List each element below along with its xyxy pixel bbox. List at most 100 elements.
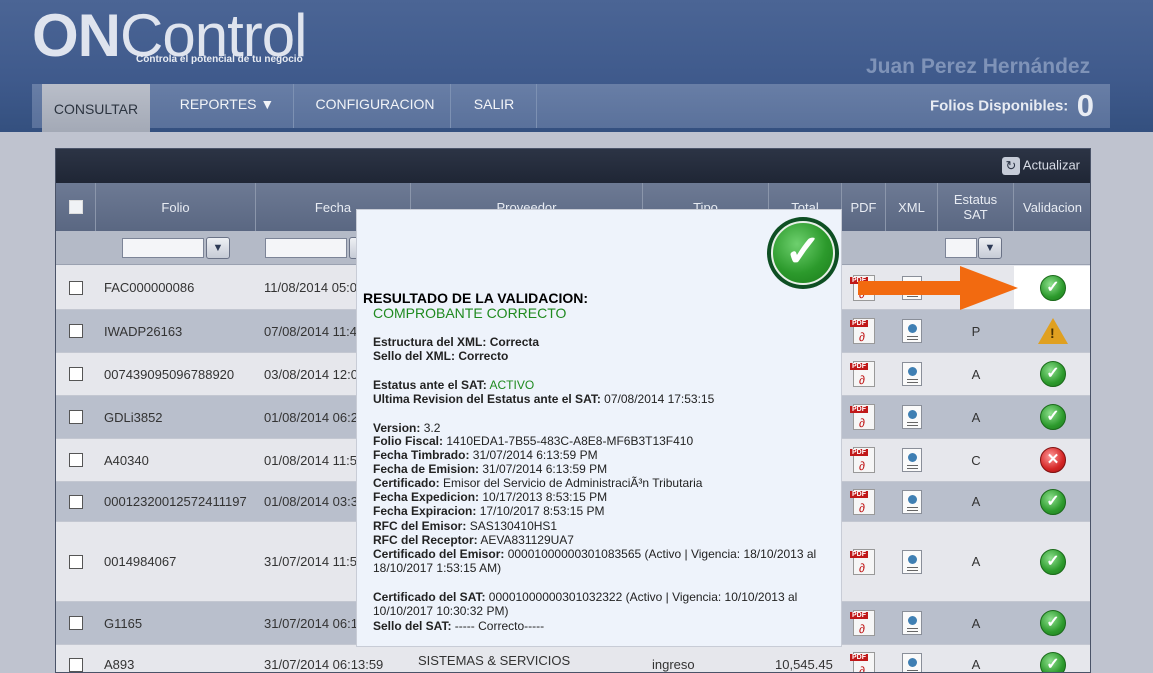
folio-cell: GDLi3852 — [104, 396, 254, 438]
tipo-cell: ingreso — [652, 645, 762, 672]
row-checkbox[interactable] — [69, 453, 83, 467]
folio-cell: 0014984067 — [104, 522, 254, 601]
row-checkbox[interactable] — [69, 410, 83, 424]
xml-icon[interactable] — [902, 448, 922, 472]
estatus-sat-value: A — [971, 615, 981, 631]
pdf-icon[interactable]: PDF∂ — [850, 318, 875, 344]
valid-check-icon[interactable]: ✓ — [1040, 548, 1066, 575]
xml-icon[interactable] — [902, 489, 922, 514]
detail-value: Correcta — [486, 335, 540, 349]
xml-icon[interactable] — [902, 319, 922, 343]
folios-count: 0 — [1076, 88, 1094, 123]
detail-value: ACTIVO — [486, 378, 535, 392]
valid-check-icon[interactable]: ✓ — [1040, 404, 1066, 430]
big-check-icon: ✓ — [767, 217, 839, 289]
select-all-checkbox[interactable] — [68, 200, 83, 214]
warning-icon[interactable]: ! — [1038, 318, 1068, 344]
popup-detail-line: Estatus ante el SAT: ACTIVO — [373, 378, 534, 392]
table-row[interactable]: A893 31/07/2014 06:13:59 SISTEMAS & SERVIC… — [56, 645, 1090, 672]
column-header-pdf[interactable]: PDF — [842, 183, 886, 231]
xml-icon[interactable] — [902, 405, 922, 429]
row-select-cell — [56, 482, 96, 521]
validacion-cell: ✓ — [1014, 266, 1090, 309]
popup-detail-line: Folio Fiscal: 1410EDA1-7B55-483C-A8E8-MF… — [373, 434, 693, 448]
popup-detail-line: RFC del Emisor: SAS130410HS1 — [373, 519, 557, 533]
fecha-value: 31/07/2014 11:5 — [264, 554, 358, 569]
pdf-icon[interactable]: PDF∂ — [850, 651, 875, 672]
estatus-filter-button[interactable]: ▼ — [978, 237, 1002, 259]
row-select-cell — [56, 310, 96, 352]
detail-label: RFC del Emisor: — [373, 519, 467, 533]
folios-disponibles: Folios Disponibles: 0 — [930, 88, 1094, 124]
orange-arrow-icon — [960, 266, 1018, 310]
popup-detail-line: Certificado: Emisor del Servicio de Admi… — [373, 476, 702, 490]
fecha-filter-input[interactable] — [265, 238, 347, 258]
invalid-x-icon[interactable]: ✕ — [1040, 447, 1066, 473]
valid-check-icon[interactable]: ✓ — [1040, 488, 1066, 515]
nav-reportes[interactable]: REPORTES ▼ — [162, 84, 292, 128]
user-name: Juan Perez Hernández — [866, 55, 1091, 78]
row-checkbox[interactable] — [69, 324, 83, 338]
detail-label: Sello del XML: — [373, 349, 456, 363]
column-header-xml[interactable]: XML — [886, 183, 938, 231]
folio-value: GDLi3852 — [104, 409, 163, 425]
pdf-icon[interactable]: PDF∂ — [850, 488, 875, 515]
xml-cell — [886, 439, 938, 481]
column-header-validacion[interactable]: Validacion — [1014, 183, 1090, 231]
folio-value: A40340 — [104, 452, 149, 468]
detail-label: RFC del Receptor: — [373, 533, 478, 547]
pdf-icon[interactable]: PDF∂ — [850, 610, 875, 636]
validacion-cell: ✓ — [1014, 645, 1090, 672]
folio-value: FAC000000086 — [104, 280, 195, 295]
nav-salir[interactable]: SALIR — [452, 84, 536, 128]
nav-consultar[interactable]: CONSULTAR — [42, 84, 150, 132]
pdf-icon[interactable]: PDF∂ — [850, 447, 875, 473]
xml-cell — [886, 310, 938, 352]
pdf-cell: PDF∂ — [842, 482, 886, 521]
folio-value: 0014984067 — [104, 554, 177, 569]
fecha-value: 03/08/2014 12:0 — [264, 366, 358, 382]
pdf-icon[interactable]: PDF∂ — [850, 548, 875, 575]
xml-cell — [886, 482, 938, 521]
column-header-folio[interactable]: Folio — [96, 183, 256, 231]
row-checkbox[interactable] — [69, 657, 83, 672]
fecha-value: 11/08/2014 05:0 — [264, 280, 358, 295]
row-select-cell — [56, 645, 96, 672]
valid-check-icon[interactable]: ✓ — [1040, 610, 1066, 636]
column-header-estatus-sat[interactable]: Estatus SAT — [938, 183, 1014, 231]
detail-value: 10/17/2013 8:53:15 PM — [479, 490, 608, 504]
xml-icon[interactable] — [902, 611, 922, 635]
pdf-icon[interactable]: PDF∂ — [850, 361, 875, 387]
nav-configuracion[interactable]: CONFIGURACION — [300, 84, 450, 128]
row-checkbox[interactable] — [69, 367, 83, 381]
estatus-sat-cell: A — [938, 396, 1014, 438]
row-checkbox[interactable] — [69, 616, 83, 630]
xml-icon[interactable] — [902, 362, 922, 386]
detail-label: Fecha de Emision: — [373, 462, 480, 476]
valid-check-icon[interactable]: ✓ — [1040, 274, 1066, 301]
row-select-cell — [56, 439, 96, 481]
oncontrol-logo: ONControl Controla el potencial de tu ne… — [32, 4, 307, 68]
estatus-filter-input[interactable] — [945, 238, 977, 258]
folio-filter-input[interactable] — [122, 238, 204, 258]
estatus-sat-cell: P — [938, 310, 1014, 352]
estatus-sat-cell: A — [938, 522, 1014, 601]
row-checkbox[interactable] — [69, 280, 83, 295]
pdf-icon[interactable]: PDF∂ — [850, 404, 875, 430]
xml-icon[interactable] — [902, 549, 922, 574]
refresh-button[interactable]: ↻ Actualizar — [1001, 157, 1080, 175]
pdf-cell: PDF∂ — [842, 439, 886, 481]
folio-filter-button[interactable]: ▼ — [206, 237, 230, 259]
validacion-cell: ! — [1014, 310, 1090, 352]
valid-check-icon[interactable]: ✓ — [1040, 651, 1066, 672]
popup-title: RESULTADO DE LA VALIDACION: — [363, 290, 589, 306]
folio-cell: G1165 — [104, 602, 254, 644]
row-checkbox[interactable] — [69, 494, 83, 509]
filter-icon: ▼ — [212, 242, 224, 254]
valid-check-icon[interactable]: ✓ — [1040, 361, 1066, 387]
xml-icon[interactable] — [902, 652, 922, 672]
row-checkbox[interactable] — [69, 554, 83, 569]
validacion-cell: ✓ — [1014, 353, 1090, 395]
estatus-sat-value: A — [971, 409, 981, 425]
detail-value: ----- Correcto----- — [451, 619, 545, 633]
